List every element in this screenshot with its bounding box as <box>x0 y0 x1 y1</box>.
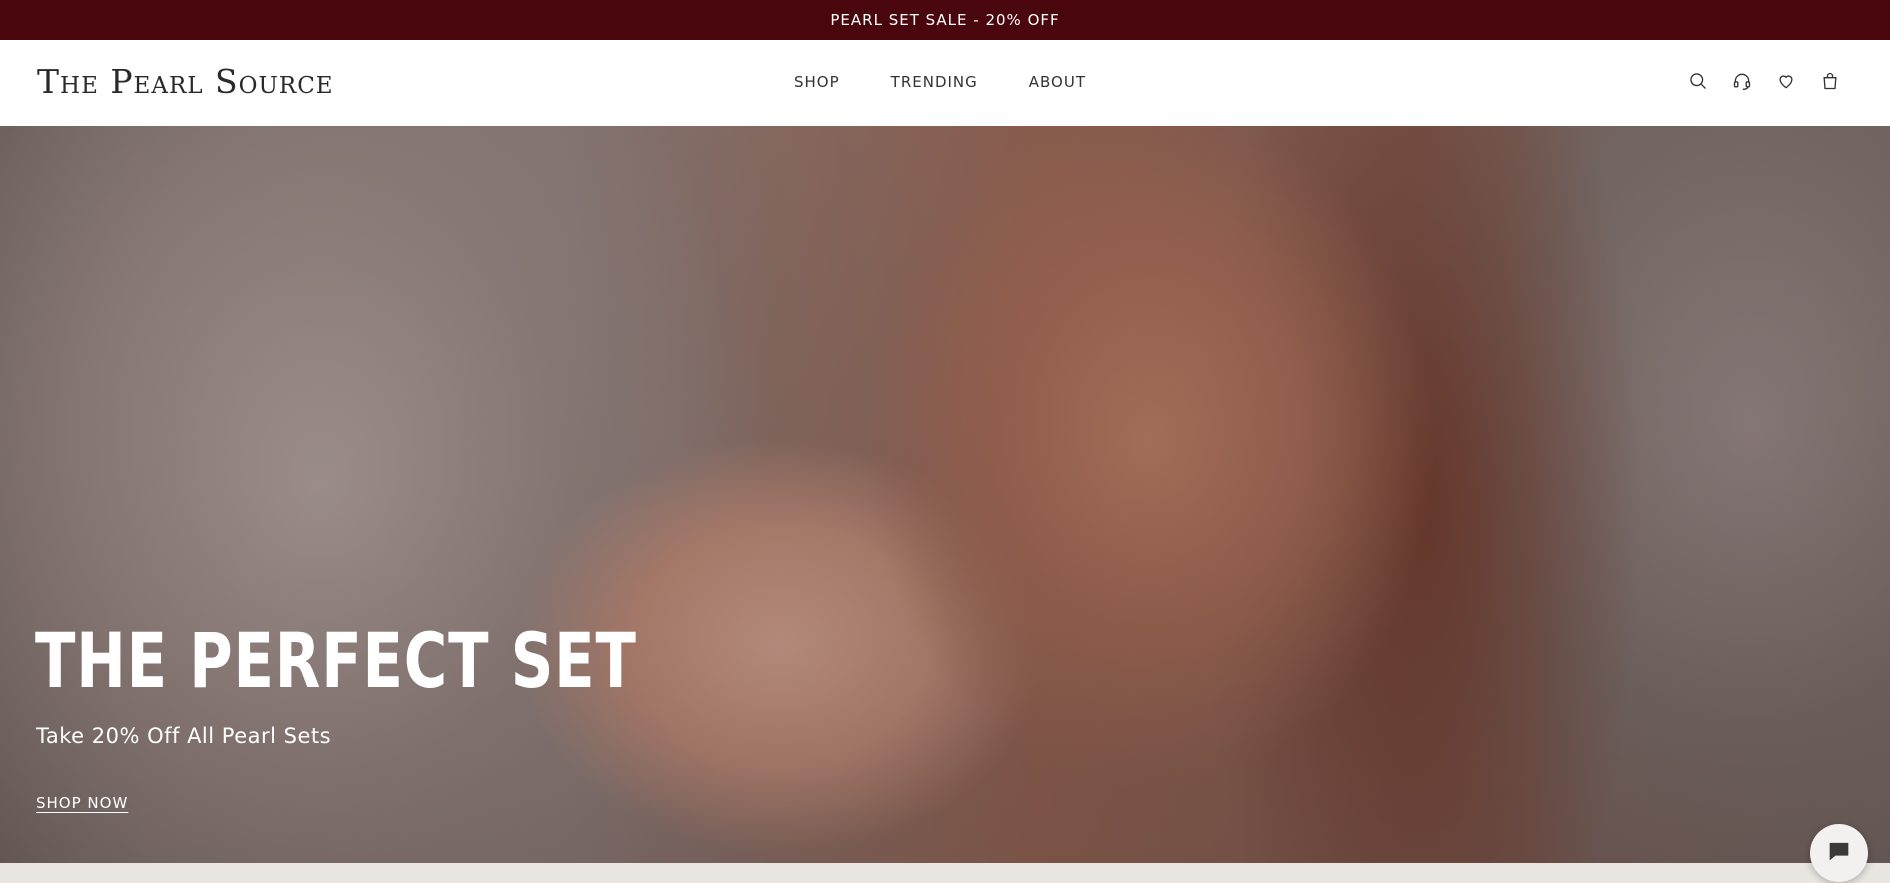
search-icon[interactable] <box>1688 70 1708 92</box>
hero-title: THE PERFECT SET <box>35 616 637 705</box>
hero-banner[interactable]: THE PERFECT SET Take 20% Off All Pearl S… <box>0 126 1890 863</box>
main-nav: SHOP TRENDING ABOUT <box>794 73 1086 91</box>
support-headset-icon[interactable] <box>1732 70 1752 92</box>
announcement-text[interactable]: PEARL SET SALE - 20% OFF <box>830 11 1059 29</box>
chat-button[interactable] <box>1810 824 1868 882</box>
shop-now-link[interactable]: SHOP NOW <box>36 794 128 812</box>
nav-about[interactable]: ABOUT <box>1029 73 1086 91</box>
hero-subtitle: Take 20% Off All Pearl Sets <box>36 724 332 748</box>
header-icons <box>1688 70 1840 92</box>
chat-icon <box>1825 837 1853 869</box>
site-header: The Pearl Source SHOP TRENDING ABOUT <box>0 40 1890 126</box>
shopping-bag-icon[interactable] <box>1820 70 1840 92</box>
heart-icon[interactable] <box>1776 70 1796 92</box>
site-logo[interactable]: The Pearl Source <box>37 62 334 101</box>
nav-trending[interactable]: TRENDING <box>891 73 978 91</box>
nav-shop[interactable]: SHOP <box>794 73 840 91</box>
announcement-bar[interactable]: PEARL SET SALE - 20% OFF <box>0 0 1890 40</box>
